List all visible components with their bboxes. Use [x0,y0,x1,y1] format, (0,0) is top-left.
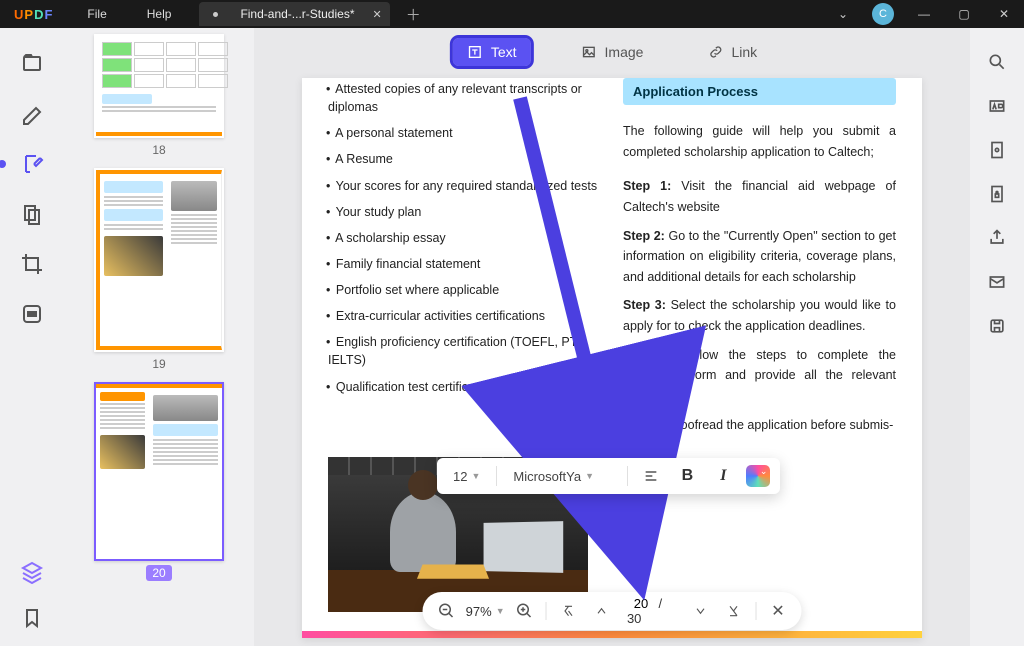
resize-handle-icon[interactable] [601,506,607,512]
thumbnail-18[interactable]: 18 [64,34,254,158]
step-item[interactable]: Step 1: Visit the financial aid webpage … [623,176,896,217]
list-item[interactable]: A scholarship essay [328,229,601,247]
tab-close-icon[interactable]: ✕ [372,8,381,21]
edit-tool-tabs: Text Image Link [453,38,771,66]
zoom-level-select[interactable]: 97%▼ [466,604,505,619]
tab-image[interactable]: Image [567,38,658,66]
user-avatar[interactable]: C [872,3,894,25]
left-toolbar [0,28,64,646]
step-item[interactable]: Step 5: Proofread the application before… [623,415,896,436]
italic-button[interactable]: I [710,463,736,489]
step-item[interactable]: Step 4: Follow the steps to complete the… [623,345,896,407]
thumbnail-19[interactable]: 19 [64,168,254,372]
step-item[interactable]: Step 3: Select the scholarship you would… [623,295,896,336]
chevron-down-icon[interactable]: ⌄ [824,7,862,21]
requirements-list: Attested copies of any relevant transcri… [328,78,601,396]
thumbnail-panel: 18 19 20 [64,28,254,646]
redact-icon[interactable] [20,302,44,326]
list-item[interactable]: Extra-curricular activities certificatio… [328,307,601,325]
menu-file[interactable]: File [67,7,126,21]
font-family-select[interactable]: MicrosoftYa▼ [507,465,617,488]
list-item[interactable]: Your study plan [328,203,601,221]
protect-icon[interactable] [987,184,1007,204]
intro-paragraph[interactable]: The following guide will help you submit… [623,121,896,162]
link-icon [707,44,723,60]
search-icon[interactable] [987,52,1007,72]
step-item[interactable]: Step 2: Go to the "Currently Open" secti… [623,226,896,288]
list-item[interactable]: Family financial statement [328,255,601,273]
window-close-button[interactable]: ✕ [984,0,1024,28]
prev-page-button[interactable] [588,596,615,626]
share-icon[interactable] [987,228,1007,248]
thumbnail-label: 19 [146,356,171,372]
zoom-navigation-bar: 97%▼ / 30 ✕ [423,592,802,630]
list-item[interactable]: A personal statement [328,124,601,142]
text-insert-box[interactable]: TEXT [604,500,648,518]
document-tab[interactable]: Find-and-...r-Studies* ✕ [199,2,389,26]
inserted-text[interactable]: TEXT [608,502,640,516]
layers-icon[interactable] [20,560,44,584]
resize-handle-icon[interactable] [645,506,651,512]
list-item[interactable]: Attested copies of any relevant transcri… [328,80,601,116]
zoom-out-button[interactable] [433,596,460,626]
highlighter-icon[interactable] [20,102,44,126]
right-toolbar [970,28,1024,646]
thumbnail-label: 18 [146,142,171,158]
list-item[interactable]: Qualification test certificates (GRE, GM… [328,378,601,396]
text-icon [467,44,483,60]
page-canvas[interactable]: Attested copies of any relevant transcri… [302,78,922,638]
tab-text[interactable]: Text [453,38,531,66]
menu-help[interactable]: Help [127,7,192,21]
save-icon[interactable] [987,316,1007,336]
tab-image-label: Image [605,44,644,60]
list-item[interactable]: Your scores for any required standardize… [328,177,601,195]
organize-pages-icon[interactable] [20,202,44,226]
list-item[interactable]: Portfolio set where applicable [328,281,601,299]
first-page-button[interactable] [555,596,582,626]
tab-link-label: Link [731,44,757,60]
crop-icon[interactable] [20,252,44,276]
last-page-button[interactable] [720,596,747,626]
section-header[interactable]: Application Process [623,78,896,105]
workspace: 18 19 20 Text Image [0,28,1024,646]
tab-link[interactable]: Link [693,38,771,66]
window-maximize-button[interactable]: ▢ [944,0,984,28]
tab-text-label: Text [491,44,517,60]
text-format-toolbar: 12▼ MicrosoftYa▼ B I [437,458,780,494]
email-icon[interactable] [987,272,1007,292]
editor-area: Text Image Link Attested copies of any r… [254,28,970,646]
tab-title: Find-and-...r-Studies* [240,7,354,21]
app-logo: UPDF [0,7,67,22]
close-toolbar-button[interactable]: ✕ [764,596,791,626]
reader-mode-icon[interactable] [20,52,44,76]
align-button[interactable] [638,463,664,489]
image-icon [581,44,597,60]
bookmark-icon[interactable] [20,606,44,630]
list-item[interactable]: English proficiency certification (TOEFL… [328,333,601,369]
ocr-icon[interactable] [987,96,1007,116]
edit-text-icon[interactable] [20,152,44,176]
zoom-in-button[interactable] [511,596,538,626]
font-size-select[interactable]: 12▼ [447,465,486,488]
page-number-field[interactable]: / 30 [621,596,681,626]
new-tab-button[interactable]: ＋ [390,4,437,25]
window-minimize-button[interactable]: — [904,0,944,28]
page-setup-icon[interactable] [987,140,1007,160]
thumbnail-20[interactable]: 20 [64,382,254,581]
text-color-button[interactable] [746,465,770,487]
title-bar: UPDF File Help Find-and-...r-Studies* ✕ … [0,0,1024,28]
list-item[interactable]: A Resume [328,150,601,168]
next-page-button[interactable] [687,596,714,626]
bold-button[interactable]: B [674,463,700,489]
tab-indicator-icon [213,12,218,17]
thumbnail-label: 20 [146,565,171,581]
